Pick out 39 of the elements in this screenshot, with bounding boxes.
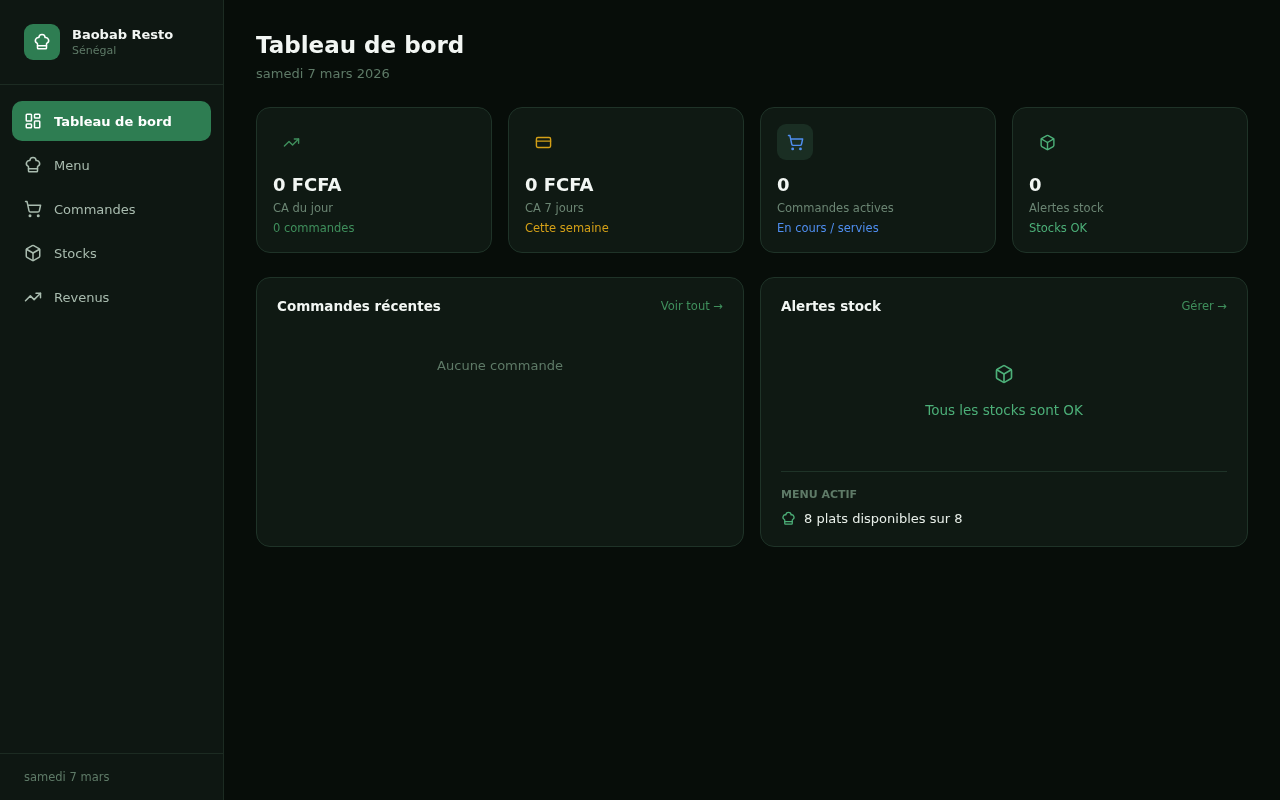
stat-value: 0 FCFA xyxy=(525,174,595,195)
restaurant-country: Sénégal xyxy=(72,44,118,57)
panel-title: Alertes stock xyxy=(781,298,881,314)
nav-item[interactable]: Menu xyxy=(12,145,211,185)
stat-note: Stocks OK xyxy=(1029,221,1089,235)
manage-link[interactable]: Gérer → xyxy=(1181,299,1227,313)
all-stocks-ok-message: Tous les stocks sont OK xyxy=(925,402,1083,418)
stat-label: Commandes actives xyxy=(777,201,895,215)
nav-item[interactable]: Stocks xyxy=(12,233,211,273)
stat-note: Cette semaine xyxy=(525,221,610,235)
nav-item[interactable]: Tableau de bord xyxy=(12,101,211,141)
stat-value: 0 FCFA xyxy=(273,174,343,195)
empty-message: Aucune commande xyxy=(436,358,564,373)
box-icon xyxy=(1038,133,1056,151)
stat-label: Alertes stock xyxy=(1029,201,1105,215)
stat-label: CA du jour xyxy=(273,201,335,215)
box-icon xyxy=(24,244,42,262)
footer-date: samedi 7 mars xyxy=(24,770,110,784)
box-icon xyxy=(994,364,1014,384)
panel-title: Commandes récentes xyxy=(277,298,441,314)
cart-icon xyxy=(24,200,42,218)
restaurant-name: Baobab Resto xyxy=(72,27,174,42)
nav-item[interactable]: Commandes xyxy=(12,189,211,229)
stat-value: 0 xyxy=(1029,174,1043,195)
view-all-link[interactable]: Voir tout → xyxy=(660,299,723,313)
chef-hat-logo-icon xyxy=(24,24,60,60)
page-title: Tableau de bord xyxy=(256,32,466,58)
available-dishes-text: 8 plats disponibles sur 8 xyxy=(804,511,963,526)
stat-value: 0 xyxy=(777,174,791,195)
section-heading: MENU ACTIF xyxy=(781,488,859,501)
nav-item[interactable]: Revenus xyxy=(12,277,211,317)
stat-label: CA 7 jours xyxy=(525,201,585,215)
grid-icon xyxy=(24,112,42,130)
cart-icon xyxy=(786,133,804,151)
stat-note: En cours / servies xyxy=(777,221,880,235)
page-date: samedi 7 mars 2026 xyxy=(256,66,391,81)
stat-note: 0 commandes xyxy=(273,221,356,235)
chef-hat-icon xyxy=(24,156,42,174)
chef-hat-icon xyxy=(781,511,796,526)
